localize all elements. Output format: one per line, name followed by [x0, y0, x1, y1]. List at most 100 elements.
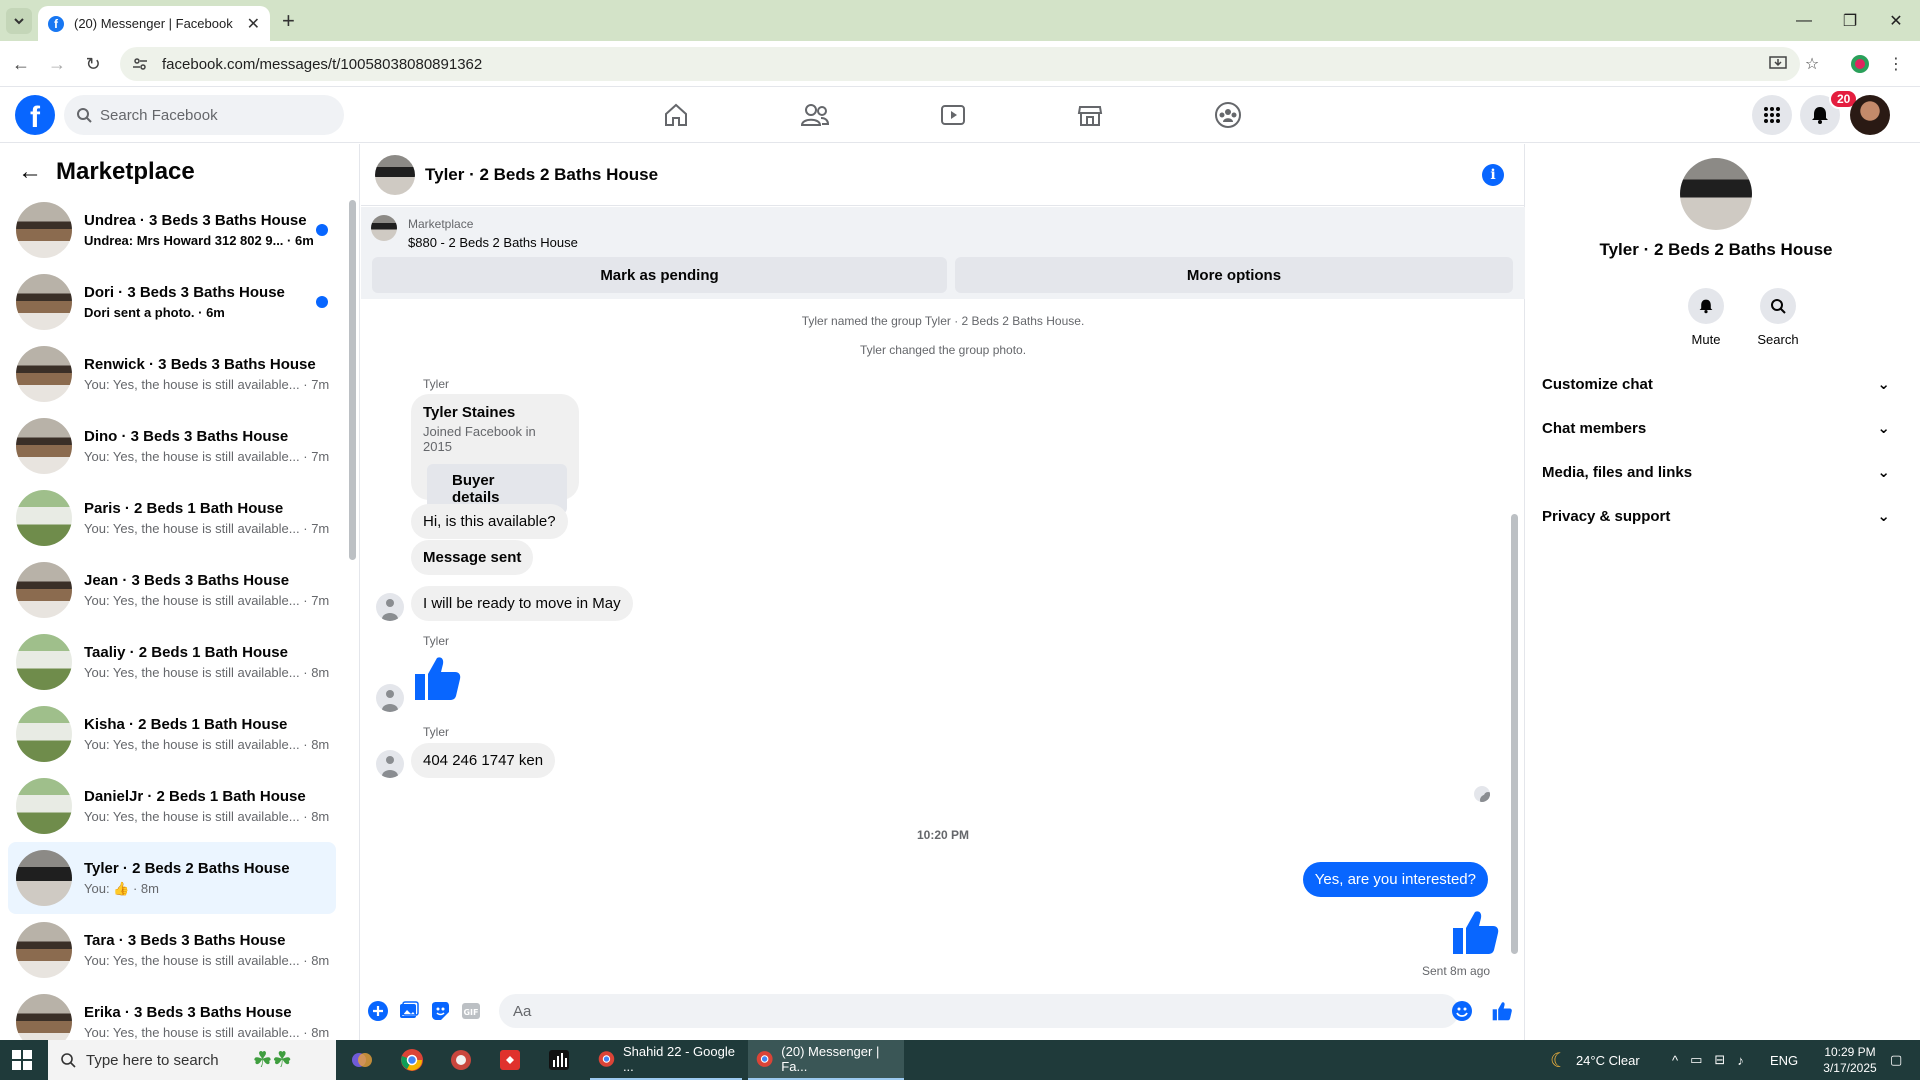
send-like-icon[interactable]	[1491, 1000, 1513, 1022]
facebook-logo[interactable]: f	[15, 95, 55, 135]
install-app-icon[interactable]	[1767, 53, 1789, 75]
network-icon[interactable]: ⊟	[1714, 1052, 1725, 1068]
plus-circle-icon[interactable]	[367, 1000, 389, 1022]
conversation-list: Undrea · 3 Beds 3 Baths House Undrea: Mrs…	[8, 194, 336, 1040]
conversation-preview: You: Yes, the house is still available..…	[84, 665, 300, 680]
device-icon[interactable]: ▭	[1690, 1052, 1702, 1068]
chat-title[interactable]: Tyler · 2 Beds 2 Baths House	[425, 165, 658, 185]
my-message-bubble[interactable]: Yes, are you interested?	[1302, 862, 1488, 897]
back-arrow-icon[interactable]: ←	[18, 158, 46, 186]
chart-app-icon[interactable]	[539, 1044, 579, 1076]
mark-as-pending-button[interactable]: Mark as pending	[372, 257, 947, 293]
back-button[interactable]: ←	[8, 51, 34, 77]
volume-icon[interactable]: ♪	[1737, 1053, 1744, 1068]
url-field[interactable]: facebook.com/messages/t/1005803808089136…	[120, 47, 1800, 81]
conversation-item[interactable]: DanielJr · 2 Beds 1 Bath House You: Yes, …	[8, 770, 336, 842]
chrome-app-icon[interactable]	[392, 1044, 432, 1076]
new-tab-button[interactable]: +	[282, 8, 295, 34]
conversation-item[interactable]: Dino · 3 Beds 3 Baths House You: Yes, the…	[8, 410, 336, 482]
photo-icon[interactable]	[398, 1000, 420, 1022]
customize-chat-section[interactable]: Customize chat ⌄	[1542, 366, 1890, 402]
thumbs-up-icon[interactable]	[1449, 906, 1501, 958]
bookmark-star-icon[interactable]: ☆	[1801, 53, 1823, 75]
marketplace-icon[interactable]	[1072, 97, 1108, 133]
listing-thumbnail	[16, 922, 72, 978]
media-files-links-section[interactable]: Media, files and links ⌄	[1542, 454, 1890, 490]
taskbar-window-messenger[interactable]: (20) Messenger | Fa...	[748, 1040, 904, 1080]
sender-avatar[interactable]	[376, 750, 404, 778]
conversation-time: · 8m	[303, 1025, 330, 1040]
conversation-item[interactable]: Undrea · 3 Beds 3 Baths House Undrea: Mrs…	[8, 194, 336, 266]
conversation-item[interactable]: Paris · 2 Beds 1 Bath House You: Yes, the…	[8, 482, 336, 554]
copilot-app-icon[interactable]	[342, 1044, 382, 1076]
windows-start-icon[interactable]	[12, 1050, 32, 1070]
gif-icon[interactable]: GIF	[460, 1000, 482, 1022]
listing-thumbnail	[16, 778, 72, 834]
restore-button[interactable]: ❐	[1826, 0, 1874, 41]
privacy-support-section[interactable]: Privacy & support ⌄	[1542, 498, 1890, 534]
conversation-text: DanielJr · 2 Beds 1 Bath House You: Yes, …	[84, 788, 336, 824]
system-tray-icons[interactable]: ^ ▭ ⊟ ♪	[1672, 1040, 1744, 1080]
conversation-preview: You: Yes, the house is still available..…	[84, 377, 300, 392]
conversation-item[interactable]: Erika · 3 Beds 3 Baths House You: Yes, th…	[8, 986, 336, 1040]
chevron-up-icon[interactable]: ^	[1672, 1053, 1678, 1068]
message-input[interactable]: Aa	[499, 994, 1459, 1028]
sidebar-title: Marketplace	[56, 158, 195, 185]
conversation-item[interactable]: Tyler · 2 Beds 2 Baths House You: 👍 · 8m	[8, 842, 336, 914]
sender-avatar[interactable]	[376, 593, 404, 621]
conversation-item[interactable]: Dori · 3 Beds 3 Baths House Dori sent a p…	[8, 266, 336, 338]
unread-dot	[316, 224, 328, 236]
conversation-item[interactable]: Jean · 3 Beds 3 Baths House You: Yes, the…	[8, 554, 336, 626]
groups-icon[interactable]	[1210, 97, 1246, 133]
facebook-search-input[interactable]: Search Facebook	[64, 95, 344, 135]
search-in-conversation-button[interactable]: Search	[1748, 288, 1808, 347]
taskbar-search-input[interactable]: Type here to search ☘☘	[48, 1040, 336, 1080]
sidebar-scrollbar[interactable]	[349, 200, 356, 560]
info-icon[interactable]: i	[1482, 164, 1504, 186]
emoji-icon[interactable]	[1451, 1000, 1473, 1022]
taskbar-window-chrome-sheets[interactable]: Shahid 22 - Google ...	[590, 1040, 742, 1080]
menu-grid-icon[interactable]	[1752, 95, 1792, 135]
sticker-icon[interactable]	[429, 1000, 451, 1022]
conversation-item[interactable]: Renwick · 3 Beds 3 Baths House You: Yes, …	[8, 338, 336, 410]
more-options-button[interactable]: More options	[955, 257, 1513, 293]
conversation-avatar-large[interactable]	[1680, 158, 1752, 230]
listing-price-title[interactable]: $880 - 2 Beds 2 Baths House	[408, 235, 578, 250]
weather-widget[interactable]: ☾ 24°C Clear	[1550, 1040, 1640, 1080]
account-avatar[interactable]	[1850, 95, 1890, 135]
close-tab-icon[interactable]: ✕	[247, 14, 260, 34]
conversation-item[interactable]: Taaliy · 2 Beds 1 Bath House You: Yes, th…	[8, 626, 336, 698]
close-window-button[interactable]: ✕	[1872, 0, 1920, 41]
forward-button[interactable]: →	[44, 51, 70, 77]
friends-icon[interactable]	[797, 97, 833, 133]
sender-avatar[interactable]	[376, 684, 404, 712]
message-bubble[interactable]: Message sent	[411, 540, 534, 575]
profile-extension-icon[interactable]	[1849, 53, 1871, 75]
conversation-item[interactable]: Kisha · 2 Beds 1 Bath House You: Yes, the…	[8, 698, 336, 770]
message-bubble[interactable]: 404 246 1747 ken	[411, 743, 556, 778]
reload-button[interactable]: ↻	[80, 51, 106, 77]
chat-scrollbar[interactable]	[1511, 514, 1518, 954]
notification-center-icon[interactable]: ▢	[1890, 1040, 1902, 1080]
message-bubble[interactable]: Hi, is this available?	[411, 504, 568, 539]
minimize-button[interactable]: —	[1780, 0, 1828, 41]
taskbar-clock[interactable]: 10:29 PM 3/17/2025	[1810, 1044, 1890, 1076]
conversation-preview-line: Dori sent a photo. · 6m	[84, 305, 336, 320]
conversation-item[interactable]: Tara · 3 Beds 3 Baths House You: Yes, the…	[8, 914, 336, 986]
browser-tab-active[interactable]: f (20) Messenger | Facebook ✕	[38, 6, 270, 41]
chevron-down-icon	[14, 18, 24, 25]
watch-video-icon[interactable]	[935, 97, 971, 133]
home-icon[interactable]	[658, 97, 694, 133]
message-bubble[interactable]: I will be ready to move in May	[411, 586, 633, 621]
browser-menu-icon[interactable]: ⋮	[1885, 53, 1907, 75]
mute-button[interactable]: Mute	[1676, 288, 1736, 347]
chat-members-section[interactable]: Chat members ⌄	[1542, 410, 1890, 446]
tab-search-button[interactable]	[6, 8, 32, 34]
chat-avatar[interactable]	[375, 154, 415, 195]
listing-thumbnail[interactable]	[371, 215, 397, 241]
site-info-icon[interactable]	[132, 56, 150, 72]
app-icon[interactable]	[441, 1044, 481, 1076]
language-indicator[interactable]: ENG	[1770, 1040, 1798, 1080]
thumbs-up-icon[interactable]	[411, 652, 463, 704]
anydesk-app-icon[interactable]	[490, 1044, 530, 1076]
